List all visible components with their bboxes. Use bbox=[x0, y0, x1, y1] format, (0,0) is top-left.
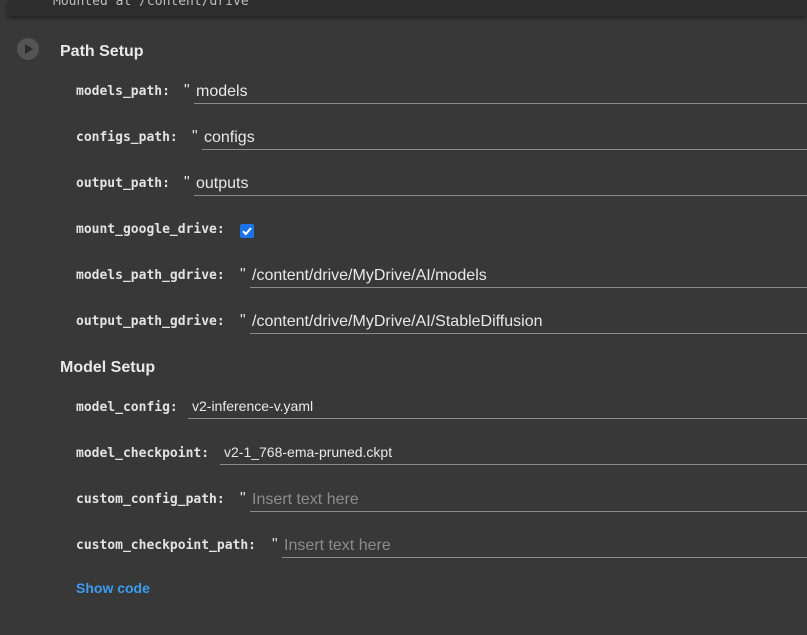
string-quote-mark: " bbox=[192, 128, 198, 145]
string-quote-mark: " bbox=[240, 312, 246, 329]
output-path-gdrive-label: output_path_gdrive: bbox=[76, 314, 225, 329]
custom-checkpoint-path-label: custom_checkpoint_path: bbox=[76, 538, 257, 553]
output-path-input[interactable] bbox=[194, 172, 807, 196]
checkmark-icon bbox=[242, 227, 252, 236]
model-checkpoint-dropdown[interactable]: v2-1_768-ema-pruned.ckpt bbox=[220, 441, 807, 465]
string-quote-mark: " bbox=[184, 174, 190, 191]
string-quote-mark: " bbox=[240, 490, 246, 507]
previous-output-area: Mounted at /content/drive bbox=[8, 0, 807, 16]
string-quote-mark: " bbox=[184, 82, 190, 99]
string-quote-mark: " bbox=[272, 536, 278, 553]
custom-config-path-label: custom_config_path: bbox=[76, 492, 225, 507]
show-code-link[interactable]: Show code bbox=[76, 580, 150, 596]
models-path-input[interactable] bbox=[194, 80, 807, 104]
model-checkpoint-label: model_checkpoint: bbox=[76, 446, 210, 461]
custom-checkpoint-path-input[interactable] bbox=[282, 534, 807, 558]
string-quote-mark: " bbox=[240, 266, 246, 283]
model-config-dropdown[interactable]: v2-inference-v.yaml bbox=[188, 395, 807, 419]
output-path-gdrive-input[interactable] bbox=[250, 310, 807, 334]
models-path-gdrive-label: models_path_gdrive: bbox=[76, 268, 225, 283]
model-config-label: model_config: bbox=[76, 400, 178, 415]
custom-config-path-input[interactable] bbox=[250, 488, 807, 512]
section-title-path-setup: Path Setup bbox=[60, 43, 144, 60]
models-path-label: models_path: bbox=[76, 84, 170, 99]
play-icon bbox=[25, 44, 33, 54]
models-path-gdrive-input[interactable] bbox=[250, 264, 807, 288]
mount-google-drive-checkbox[interactable] bbox=[240, 224, 254, 238]
configs-path-label: configs_path: bbox=[76, 130, 178, 145]
mount-google-drive-label: mount_google_drive: bbox=[76, 222, 225, 237]
output-path-label: output_path: bbox=[76, 176, 170, 191]
configs-path-input[interactable] bbox=[202, 126, 807, 150]
run-cell-button[interactable] bbox=[17, 38, 39, 60]
section-title-model-setup: Model Setup bbox=[60, 359, 156, 376]
previous-output-text: Mounted at /content/drive bbox=[53, 0, 249, 9]
